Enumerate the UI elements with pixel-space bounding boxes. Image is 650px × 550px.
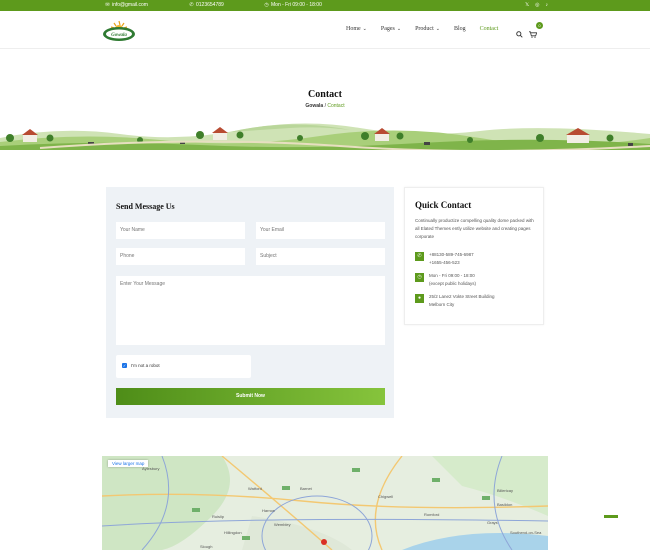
phone-input[interactable] — [116, 248, 245, 265]
clock-icon: ◷ — [264, 1, 269, 8]
page-title: Contact — [308, 89, 342, 100]
site-header: Gowala Home ⌄ Pages ⌄ Product ⌄ Blog Contac… — [0, 11, 650, 49]
location-pin-icon: ● — [415, 294, 424, 303]
contact-address-row: ● 25/2 Lane2 Vokte Street Building Melbo… — [415, 293, 495, 309]
map-place-label: Southend-on-Sea — [510, 530, 542, 535]
nav-blog-label: Blog — [453, 26, 466, 32]
map-place-label: Wembley — [274, 522, 291, 527]
contact-form: Send Message Us ✓ I'm not a robot Submit… — [106, 187, 394, 418]
map-place-label: Watford — [248, 486, 262, 491]
breadcrumb-home[interactable]: Gowala — [305, 103, 323, 109]
breadcrumb-current: Contact — [327, 103, 345, 109]
embedded-map[interactable]: View larger map Watford Barnet Chigwell … — [102, 456, 548, 550]
phone-icon: ✆ — [415, 252, 424, 261]
nav-pages-label: Pages — [380, 26, 395, 32]
contact-phone-1[interactable]: +88130-589-745-6987 — [429, 251, 474, 259]
tiktok-icon[interactable]: ♪ — [546, 2, 549, 8]
site-logo[interactable]: Gowala — [102, 19, 136, 43]
map-place-label: Hillingdon — [224, 530, 242, 535]
chevron-down-icon: ⌄ — [362, 27, 367, 32]
back-to-top-button[interactable] — [604, 515, 618, 518]
name-input[interactable] — [116, 222, 245, 239]
nav-blog[interactable]: Blog — [454, 26, 466, 32]
recaptcha-widget: ✓ I'm not a robot — [116, 355, 251, 378]
nav-product-label: Product — [415, 26, 434, 32]
captcha-checkbox[interactable]: ✓ — [122, 363, 127, 368]
chevron-down-icon: ⌄ — [396, 27, 402, 32]
map-place-label: Chigwell — [378, 494, 394, 499]
nav-contact-label: Contact — [479, 26, 499, 32]
topbar-hours-text: Mon - Fri 09:00 - 18:00 — [271, 2, 322, 8]
quick-contact-title: Quick Contact — [415, 200, 472, 210]
contact-hours-2: (except public holidays) — [429, 281, 477, 286]
topbar-email-text: info@gmail.com — [112, 2, 148, 8]
nav-home[interactable]: Home ⌄ — [346, 26, 367, 32]
submit-button[interactable]: Submit Now — [116, 388, 385, 405]
search-icon[interactable] — [516, 25, 523, 43]
mail-icon: ✉ — [105, 1, 110, 8]
captcha-label: I'm not a robot — [131, 363, 160, 368]
social-links: 𝕏 ◎ ♪ — [525, 2, 548, 8]
topbar-hours: ◷ Mon - Fri 09:00 - 18:00 — [264, 2, 322, 8]
page-hero: Contact Gowala / Contact — [0, 50, 650, 150]
top-bar: ✉ info@gmail.com ✆ 0123654789 ◷ Mon - Fr… — [0, 0, 650, 11]
x-icon[interactable]: 𝕏 — [525, 2, 529, 8]
farm-landscape-illustration — [0, 116, 650, 150]
contact-address-2: Melborn City — [429, 302, 455, 307]
map-place-label: Basildon — [497, 502, 513, 507]
topbar-phone-text: 0123654789 — [196, 2, 224, 8]
phone-icon: ✆ — [189, 1, 194, 8]
main-nav: Home ⌄ Pages ⌄ Product ⌄ Blog Contact — [346, 26, 498, 32]
message-textarea[interactable] — [116, 276, 385, 345]
contact-hours-row: ◷ Mon - Fri 09:00 - 18:00 (except public… — [415, 272, 476, 288]
nav-pages[interactable]: Pages ⌄ — [381, 26, 401, 32]
instagram-icon[interactable]: ◎ — [535, 2, 539, 8]
quick-contact-card: Quick Contact Continually productize com… — [404, 187, 544, 325]
contact-hours-1: Mon - Fri 09:00 - 18:00 — [429, 273, 475, 278]
contact-address-1: 25/2 Lane2 Vokte Street Building — [429, 294, 495, 299]
nav-home-label: Home — [346, 26, 361, 32]
chevron-down-icon: ⌄ — [435, 27, 440, 32]
map-place-label: Barnet — [300, 486, 312, 491]
clock-icon: ◷ — [415, 273, 424, 282]
map-place-label: Ruislip — [212, 514, 225, 519]
map-place-label: Romford — [424, 512, 440, 517]
cart-count-badge: 0 — [536, 22, 543, 29]
nav-product[interactable]: Product ⌄ — [415, 26, 440, 32]
subject-input[interactable] — [256, 248, 385, 265]
topbar-phone[interactable]: ✆ 0123654789 — [189, 1, 224, 8]
nav-contact[interactable]: Contact — [480, 26, 499, 32]
logo-text: Gowala — [111, 33, 127, 38]
contact-phone-2[interactable]: +1655-456-523 — [429, 259, 474, 267]
map-tiles — [102, 456, 548, 550]
map-place-label: Slough — [200, 544, 213, 549]
map-place-label: Grays — [487, 520, 498, 525]
map-place-label: Aylesbury — [142, 466, 160, 471]
map-place-label: Harrow — [262, 508, 275, 513]
form-title: Send Message Us — [116, 202, 175, 211]
breadcrumb: Gowala / Contact — [0, 103, 650, 109]
header-icons — [516, 25, 538, 43]
email-input[interactable] — [256, 222, 385, 239]
contact-phone-row: ✆ +88130-589-745-6987 +1655-456-523 — [415, 251, 474, 267]
map-place-label: Billericay — [497, 488, 514, 493]
quick-contact-description: Continually productize compelling qualit… — [415, 218, 534, 239]
topbar-email[interactable]: ✉ info@gmail.com — [105, 2, 148, 8]
